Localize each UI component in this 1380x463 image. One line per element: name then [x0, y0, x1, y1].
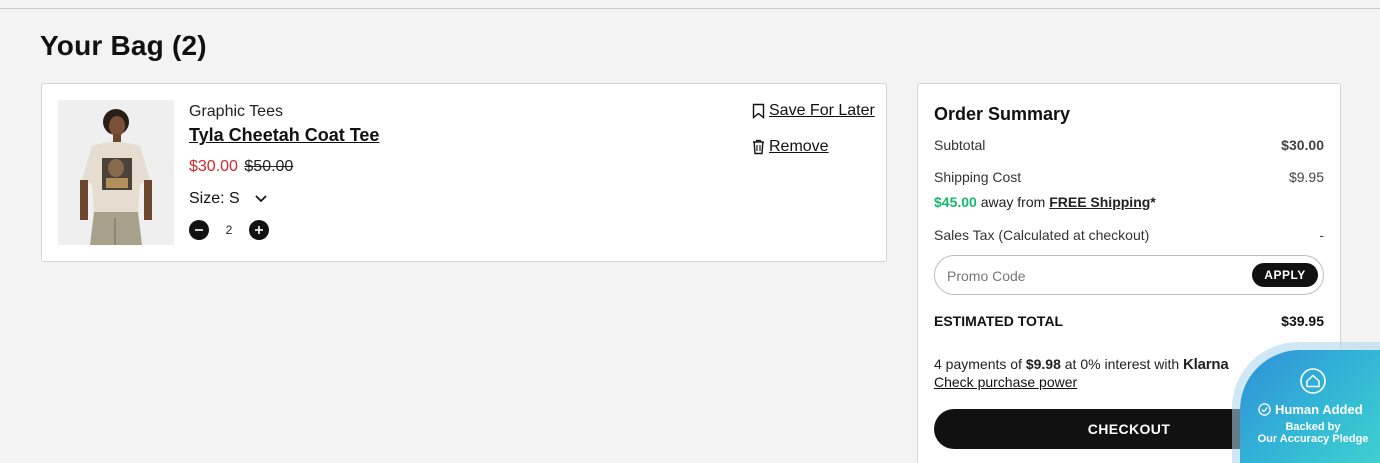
accuracy-pledge-text: Backed by Our Accuracy Pledge — [1240, 421, 1380, 445]
home-icon — [1300, 368, 1326, 394]
free-shipping-message: $45.00 away from FREE Shipping* — [934, 194, 1156, 210]
save-for-later-button[interactable]: Save For Later — [752, 102, 875, 120]
order-summary-title: Order Summary — [934, 104, 1071, 124]
size-selector[interactable]: Size: S — [189, 190, 268, 208]
trash-icon — [753, 139, 764, 155]
sale-price: $30.00 — [189, 158, 238, 175]
free-shipping-amount: $45.00 — [934, 194, 977, 210]
klarna-payment-amount: $9.98 — [1025, 356, 1061, 372]
bookmark-icon — [752, 103, 765, 119]
sales-tax-value: - — [1319, 227, 1324, 243]
estimated-total-value: $39.95 — [1281, 313, 1324, 329]
shipping-value: $9.95 — [1288, 169, 1324, 185]
accuracy-pledge-badge[interactable]: Human Added Backed by Our Accuracy Pledg… — [1240, 350, 1380, 463]
page-title: Your Bag (2) — [40, 30, 207, 61]
plus-icon — [255, 226, 263, 234]
sales-tax-label: Sales Tax (Calculated at checkout) — [934, 227, 1150, 243]
klarna-message: 4 payments of $9.98 at 0% interest with … — [934, 356, 1229, 373]
shipping-row: Shipping Cost $9.95 — [934, 169, 1324, 185]
promo-code-field: APPLY — [934, 255, 1324, 295]
minus-icon — [195, 229, 203, 231]
price-row: $30.00 $50.00 — [189, 158, 293, 176]
sales-tax-row: Sales Tax (Calculated at checkout) - — [934, 227, 1324, 243]
subtotal-value: $30.00 — [1281, 137, 1324, 153]
quantity-value: 2 — [225, 223, 233, 237]
free-shipping-link[interactable]: FREE Shipping — [1049, 194, 1150, 210]
size-label: Size: S — [189, 190, 240, 207]
promo-code-input[interactable] — [947, 266, 1237, 286]
quantity-stepper: 2 — [189, 220, 269, 240]
remove-item-button[interactable]: Remove — [752, 138, 829, 156]
subtotal-label: Subtotal — [934, 137, 986, 153]
chevron-down-icon — [254, 192, 268, 206]
product-name-link[interactable]: Tyla Cheetah Coat Tee — [189, 125, 379, 146]
save-for-later-label: Save For Later — [769, 102, 875, 119]
check-circle-icon — [1258, 403, 1271, 416]
human-added-text: Human Added — [1275, 402, 1363, 417]
estimated-total-label: ESTIMATED TOTAL — [934, 313, 1064, 329]
human-added-label: Human Added — [1258, 402, 1363, 417]
product-category: Graphic Tees — [189, 103, 283, 120]
check-purchase-power-link[interactable]: Check purchase power — [934, 374, 1077, 390]
increase-quantity-button[interactable] — [249, 220, 269, 240]
pledge-line: Our Accuracy Pledge — [1257, 433, 1369, 445]
shipping-label: Shipping Cost — [934, 169, 1022, 185]
free-shipping-asterisk: * — [1150, 194, 1156, 210]
subtotal-row: Subtotal $30.00 — [934, 137, 1324, 153]
remove-label: Remove — [769, 138, 829, 155]
klarna-logo: Klarna — [1183, 356, 1229, 373]
klarna-prefix: 4 payments of — [934, 356, 1026, 372]
product-image[interactable] — [58, 100, 174, 245]
original-price: $50.00 — [244, 158, 294, 175]
apply-promo-button[interactable]: APPLY — [1252, 263, 1318, 287]
estimated-total-row: ESTIMATED TOTAL $39.95 — [934, 313, 1324, 329]
cart-item-card: Graphic Tees Tyla Cheetah Coat Tee $30.0… — [41, 83, 887, 262]
backed-by-line: Backed by — [1285, 421, 1341, 433]
decrease-quantity-button[interactable] — [189, 220, 209, 240]
free-shipping-text: away from — [976, 194, 1050, 210]
header-divider — [0, 8, 1380, 9]
klarna-interest-text: at 0% interest with — [1060, 356, 1184, 372]
